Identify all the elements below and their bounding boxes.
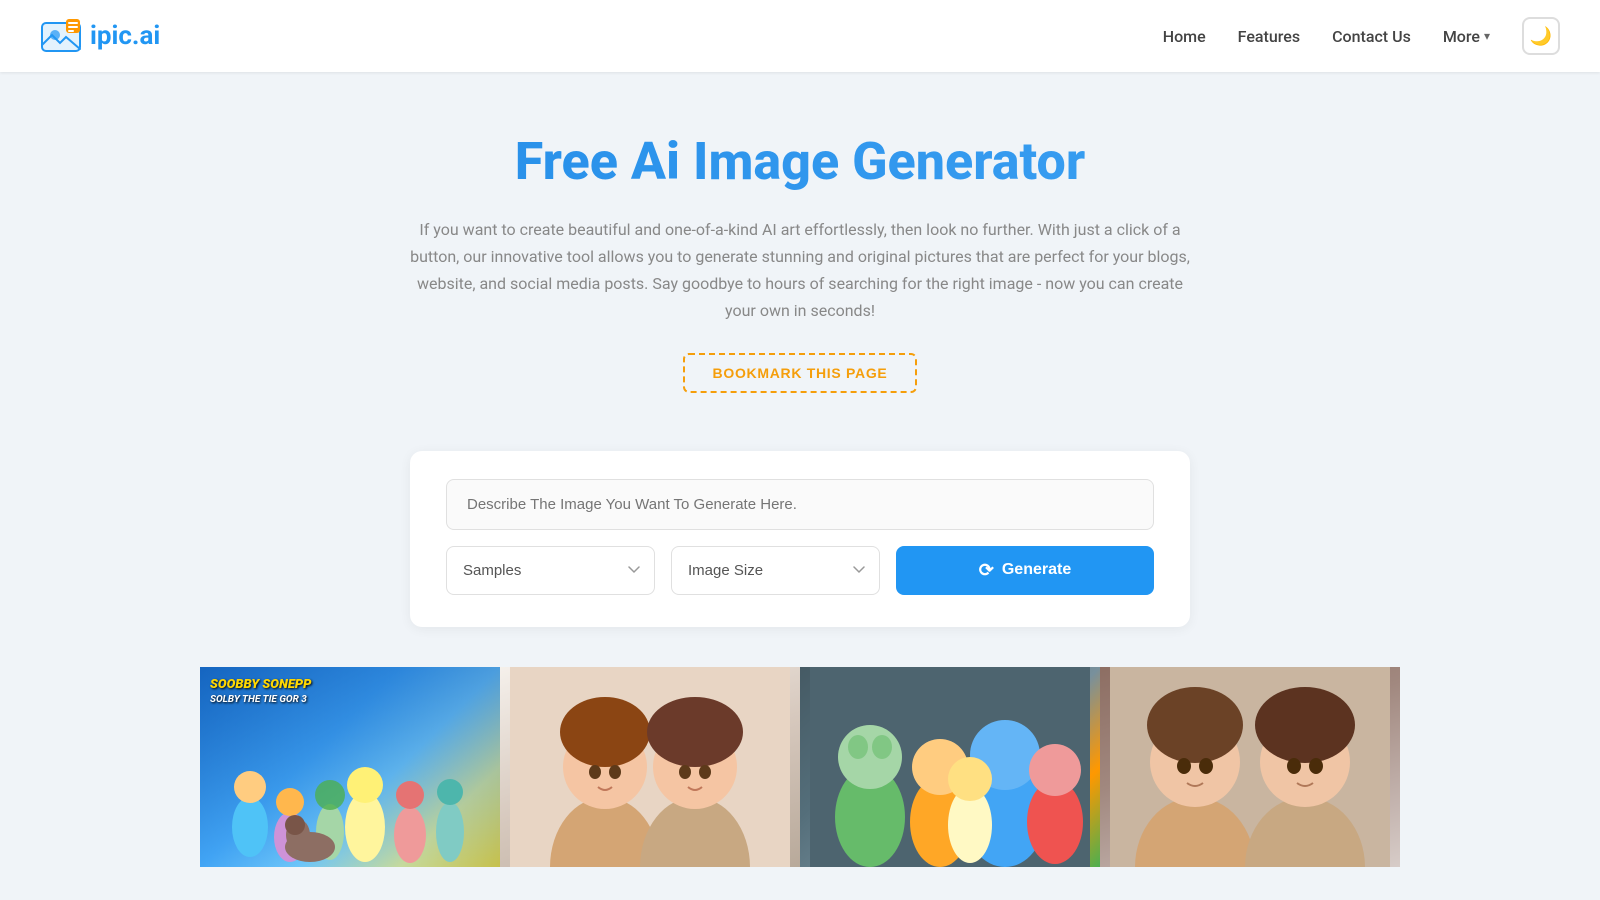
gallery-image-1-svg (200, 707, 500, 867)
prompt-input[interactable] (446, 479, 1154, 530)
logo-text: ipic.ai (90, 21, 160, 51)
samples-select[interactable]: Samples 1 2 4 (446, 546, 655, 595)
gallery-image-2-svg (500, 667, 800, 867)
gallery-item-2 (500, 667, 800, 867)
gallery-image-overlay-1: SOOBBY SONEPP SOLBY THE TIE GOR 3 (210, 677, 311, 707)
hero-title: Free Ai Image Generator (20, 132, 1580, 192)
nav-more-label: More (1443, 27, 1480, 46)
gallery-item-4 (1100, 667, 1400, 867)
logo-icon (40, 15, 82, 57)
theme-toggle-button[interactable]: 🌙 (1522, 17, 1560, 55)
nav-links: Home Features Contact Us More ▾ 🌙 (1163, 17, 1560, 55)
hero-description: If you want to create beautiful and one-… (410, 216, 1190, 325)
gallery-item-1: SOOBBY SONEPP SOLBY THE TIE GOR 3 (200, 667, 500, 867)
navbar: ipic.ai Home Features Contact Us More ▾ … (0, 0, 1600, 72)
generate-label: Generate (1002, 561, 1071, 579)
nav-more-dropdown[interactable]: More ▾ (1443, 27, 1490, 46)
image-gallery: SOOBBY SONEPP SOLBY THE TIE GOR 3 (200, 667, 1400, 867)
gallery-image-3-svg (800, 667, 1100, 867)
logo-link[interactable]: ipic.ai (40, 15, 160, 57)
refresh-icon: ⟳ (979, 560, 994, 581)
chevron-down-icon: ▾ (1484, 29, 1490, 43)
generator-card: Samples 1 2 4 Image Size 256×256 512×512… (410, 451, 1190, 627)
nav-home[interactable]: Home (1163, 27, 1206, 46)
gallery-image-4-svg (1100, 667, 1400, 867)
nav-contact[interactable]: Contact Us (1332, 27, 1411, 46)
bookmark-button[interactable]: BOOKMARK THIS PAGE (683, 353, 918, 393)
gallery-item-3 (800, 667, 1100, 867)
controls-row: Samples 1 2 4 Image Size 256×256 512×512… (446, 546, 1154, 595)
image-size-select[interactable]: Image Size 256×256 512×512 1024×1024 (671, 546, 880, 595)
nav-features[interactable]: Features (1238, 27, 1300, 46)
generate-button[interactable]: ⟳ Generate (896, 546, 1154, 595)
hero-section: Free Ai Image Generator If you want to c… (0, 72, 1600, 423)
moon-icon: 🌙 (1530, 26, 1552, 47)
